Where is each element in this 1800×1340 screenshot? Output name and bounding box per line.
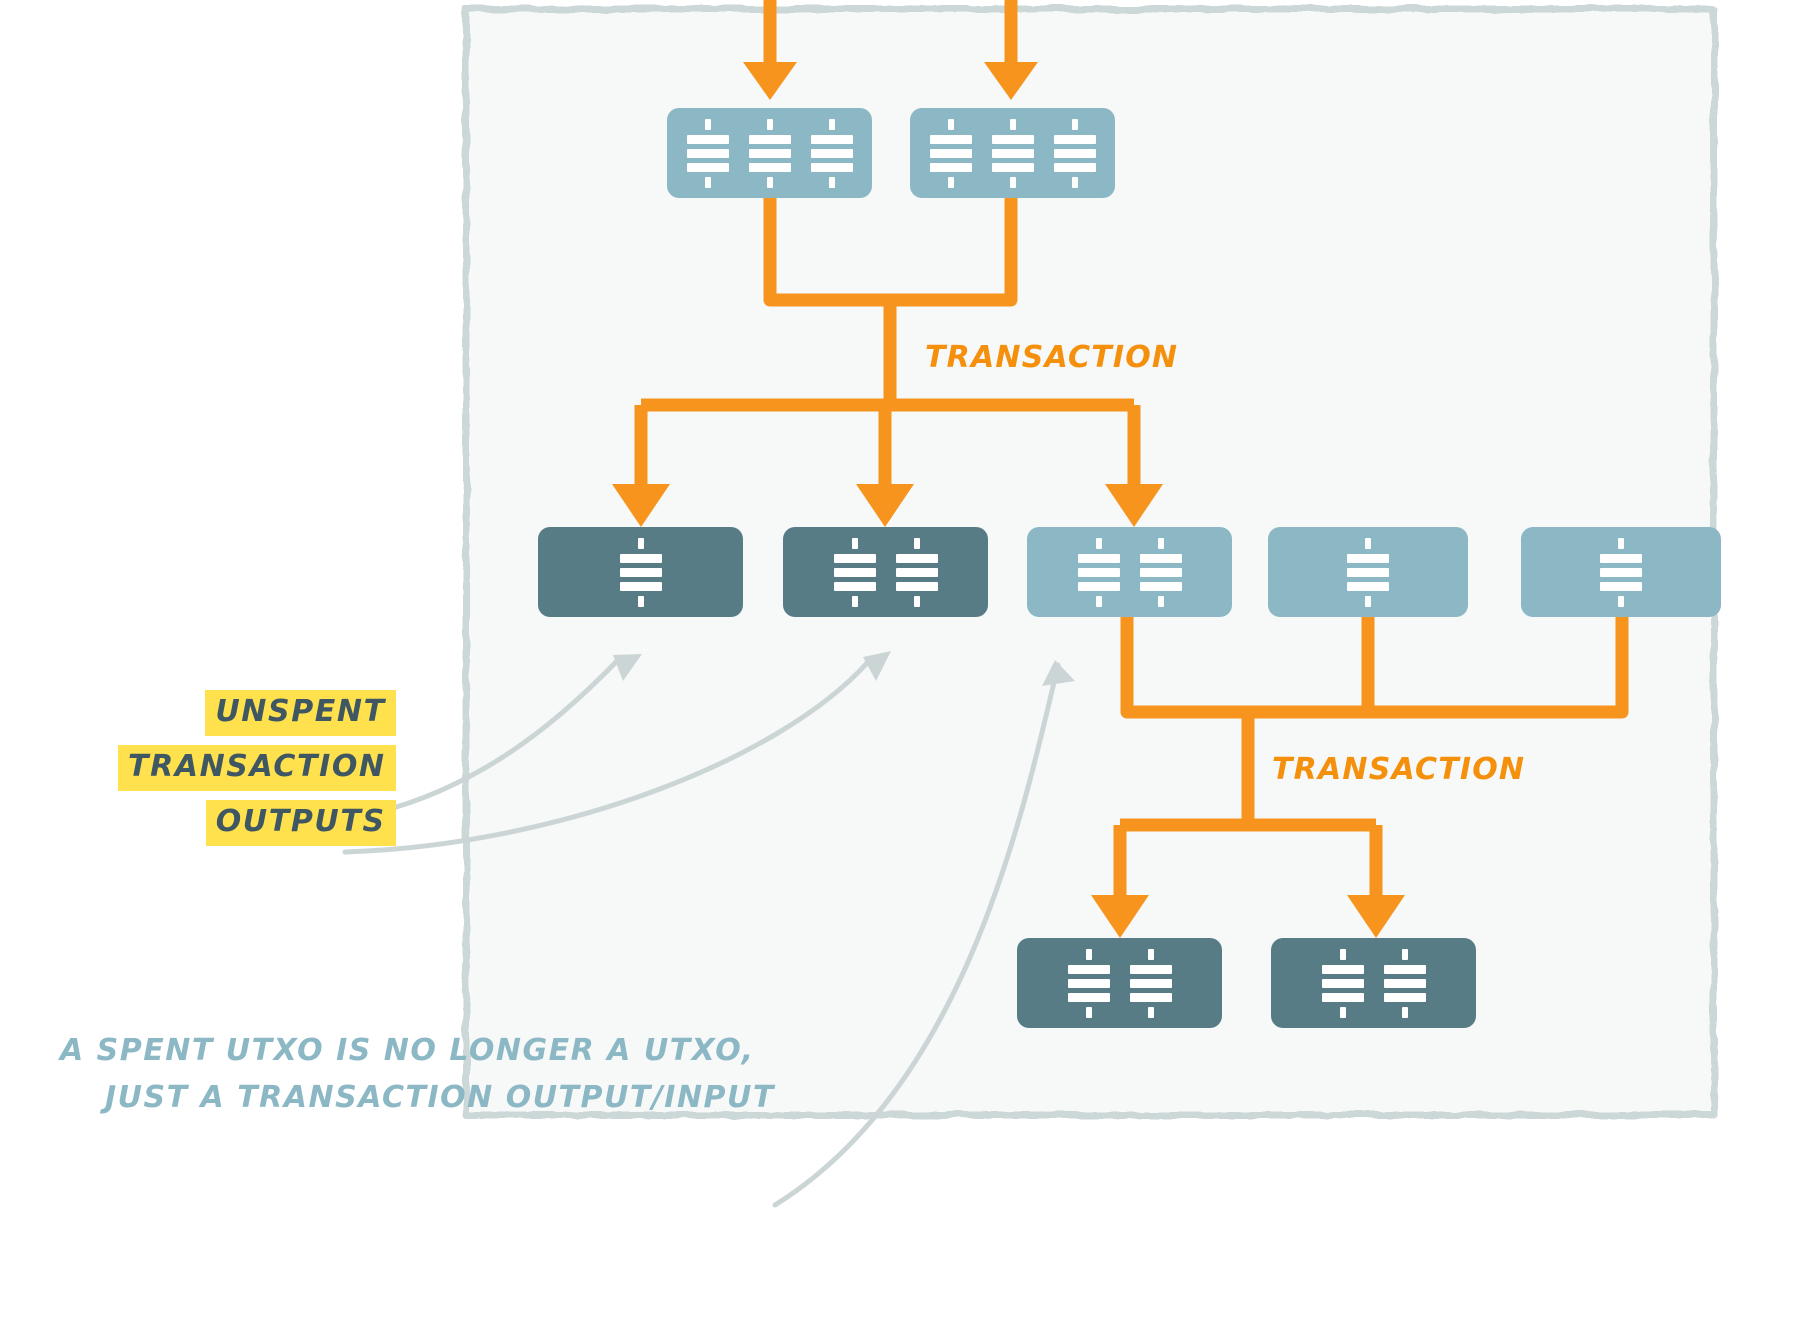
- node-output-3[interactable]: [1027, 527, 1232, 617]
- coin-stack-icon: [895, 537, 938, 607]
- transaction-2-arrowheads: [1091, 895, 1405, 938]
- node-input-2[interactable]: [910, 108, 1115, 198]
- node-input-1[interactable]: [667, 108, 872, 198]
- highlight-line-outputs: OUTPUTS: [205, 800, 396, 846]
- coin-stack-icon: [929, 118, 972, 188]
- caption-line-1: A SPENT UTXO IS NO LONGER A UTXO,: [60, 1033, 755, 1068]
- transaction-label-2: TRANSACTION: [1272, 752, 1526, 787]
- coin-stack-icon: [991, 118, 1034, 188]
- coin-stack-icon: [619, 537, 662, 607]
- coin-stack-icon: [1077, 537, 1120, 607]
- coin-stack-icon: [686, 118, 729, 188]
- coin-stack-icon: [1053, 118, 1096, 188]
- caption-line-2: JUST A TRANSACTION OUTPUT/INPUT: [105, 1079, 775, 1115]
- connector-layer: [337, 0, 1718, 1208]
- transaction-label-1: TRANSACTION: [925, 340, 1179, 375]
- coin-stack-icon: [1129, 948, 1172, 1018]
- annotation-arrowheads: [613, 651, 1075, 686]
- utxo-highlight-label: UNSPENT TRANSACTION OUTPUTS: [118, 690, 396, 846]
- node-output-1[interactable]: [538, 527, 743, 617]
- coin-stack-icon: [1600, 537, 1642, 607]
- node-final-output-1[interactable]: [1017, 938, 1222, 1028]
- coin-stack-icon: [748, 118, 791, 188]
- coin-stack-icon: [1067, 948, 1110, 1018]
- node-output-2[interactable]: [783, 527, 988, 617]
- highlight-line-transaction: TRANSACTION: [118, 745, 396, 791]
- coin-stack-icon: [1139, 537, 1182, 607]
- highlight-line-unspent: UNSPENT: [205, 690, 396, 736]
- node-output-4[interactable]: [1268, 527, 1468, 617]
- diagram-canvas: TRANSACTION TRANSACTION UNSPENT TRANSACT…: [0, 0, 1800, 1340]
- annotation-arrows: [337, 657, 1061, 1208]
- coin-stack-icon: [1347, 537, 1389, 607]
- node-output-5[interactable]: [1521, 527, 1721, 617]
- node-final-output-2[interactable]: [1271, 938, 1476, 1028]
- coin-stack-icon: [1321, 948, 1364, 1018]
- coin-stack-icon: [810, 118, 853, 188]
- spent-utxo-caption: A SPENT UTXO IS NO LONGER A UTXO, JUST A…: [60, 1028, 775, 1121]
- coin-stack-icon: [1383, 948, 1426, 1018]
- transaction-1-connectors: [634, 0, 1141, 500]
- coin-stack-icon: [833, 537, 876, 607]
